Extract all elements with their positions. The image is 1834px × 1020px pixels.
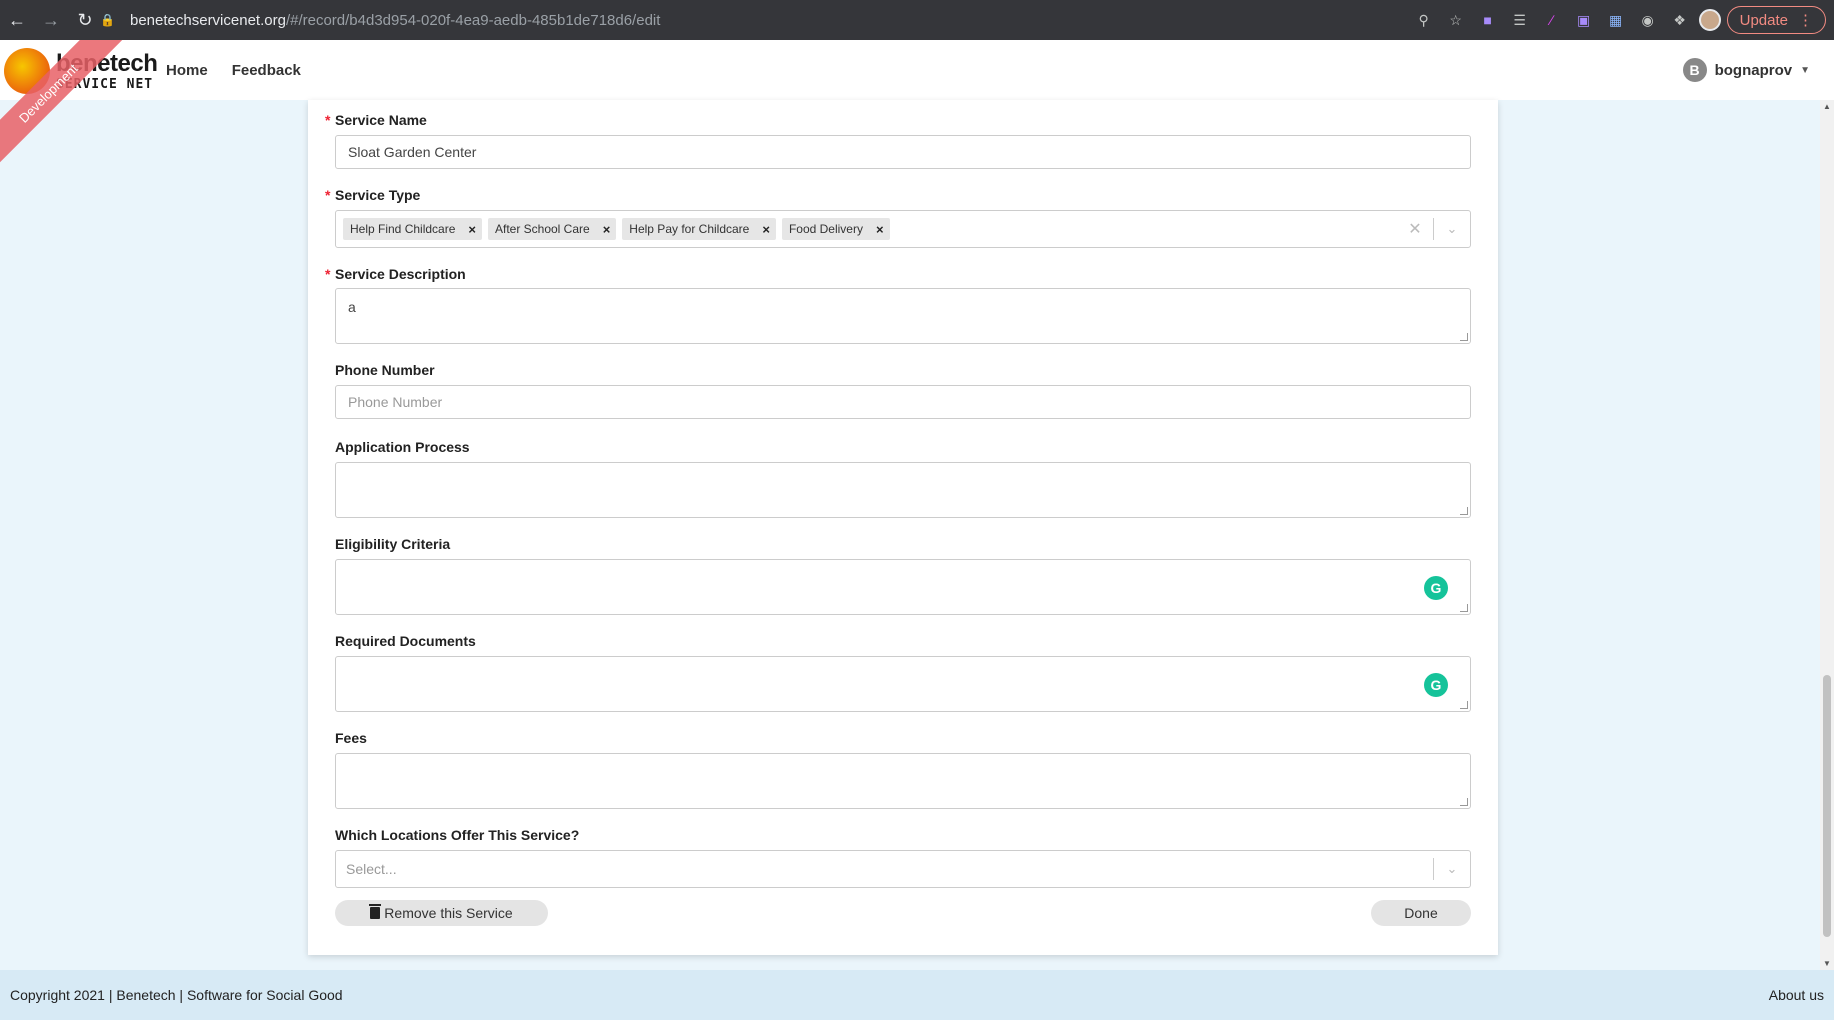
- remove-service-button[interactable]: Remove this Service: [335, 900, 548, 926]
- app-header: benetech SERVICE NET Home Feedback B bog…: [0, 40, 1834, 100]
- logo-mark-icon: [4, 48, 50, 94]
- scroll-thumb[interactable]: [1823, 675, 1831, 937]
- extension-twitch-icon[interactable]: ▣: [1571, 7, 1597, 33]
- chevron-down-icon[interactable]: ⌄: [1434, 861, 1470, 877]
- key-icon[interactable]: ⚲: [1411, 7, 1437, 33]
- extensions-puzzle-icon[interactable]: ❖: [1667, 7, 1693, 33]
- user-menu[interactable]: B bognaprov ▼: [1682, 40, 1810, 100]
- tag-remove-icon[interactable]: ×: [756, 222, 776, 237]
- lock-icon: 🔒: [100, 13, 115, 27]
- application-process-label: Application Process: [335, 439, 470, 455]
- service-name-label: * Service Name: [325, 112, 427, 128]
- update-button[interactable]: Update ⋮: [1726, 6, 1826, 34]
- reload-icon[interactable]: ↻: [68, 0, 102, 40]
- done-button[interactable]: Done: [1371, 900, 1471, 926]
- required-marker: *: [325, 187, 331, 203]
- trash-icon: [369, 904, 382, 919]
- fees-label: Fees: [335, 730, 367, 746]
- phone-number-label: Phone Number: [335, 362, 435, 378]
- tag-remove-icon[interactable]: ×: [462, 222, 482, 237]
- logo-name: benetech: [56, 49, 158, 77]
- service-description-value: a: [348, 299, 356, 315]
- star-icon[interactable]: ☆: [1443, 7, 1469, 33]
- browser-profile-avatar[interactable]: [1698, 9, 1721, 31]
- extension-circle-icon[interactable]: ◉: [1635, 7, 1661, 33]
- grammarly-icon[interactable]: G: [1424, 673, 1448, 697]
- required-marker: *: [325, 266, 331, 282]
- extension-pen-icon[interactable]: ∕: [1539, 7, 1565, 33]
- done-label: Done: [1404, 905, 1438, 921]
- tag-after-school-care: After School Care ×: [487, 218, 617, 240]
- service-name-input[interactable]: Sloat Garden Center: [335, 135, 1471, 169]
- tag-remove-icon[interactable]: ×: [870, 222, 890, 237]
- chevron-down-icon[interactable]: ⌄: [1434, 221, 1470, 237]
- service-name-value: Sloat Garden Center: [348, 144, 477, 160]
- required-documents-textarea[interactable]: G: [335, 656, 1471, 712]
- scroll-down-icon[interactable]: ▼: [1823, 959, 1831, 968]
- nav-home[interactable]: Home: [166, 62, 208, 79]
- browser-toolbar: ← → ↻ 🔒 benetechservicenet.org/#/record/…: [0, 0, 1834, 40]
- locations-placeholder: Select...: [346, 861, 397, 877]
- avatar: B: [1682, 58, 1707, 82]
- resize-handle[interactable]: [1460, 507, 1468, 515]
- page-scrollbar[interactable]: ▲ ▼: [1820, 100, 1834, 970]
- eligibility-criteria-textarea[interactable]: G: [335, 559, 1471, 615]
- locations-label: Which Locations Offer This Service?: [335, 827, 580, 843]
- extension-video-icon[interactable]: ■: [1475, 7, 1501, 33]
- logo-subtitle: SERVICE NET: [56, 76, 154, 92]
- service-form: * Service Name Sloat Garden Center * Servi…: [308, 100, 1498, 955]
- back-icon[interactable]: ←: [0, 0, 34, 40]
- resize-handle[interactable]: [1460, 798, 1468, 806]
- nav-feedback[interactable]: Feedback: [232, 62, 301, 79]
- copyright-text: Copyright 2021 | Benetech | Software for…: [10, 987, 343, 1003]
- service-description-label: * Service Description: [325, 266, 466, 282]
- extension-translate-icon[interactable]: ▦: [1603, 7, 1629, 33]
- page-footer: Copyright 2021 | Benetech | Software for…: [0, 970, 1834, 1020]
- application-process-textarea[interactable]: [335, 462, 1471, 518]
- clear-icon[interactable]: ✕: [1397, 219, 1433, 239]
- scroll-up-icon[interactable]: ▲: [1823, 102, 1831, 111]
- url-path: /#/record/b4d3d954-020f-4ea9-aedb-485b1d…: [285, 11, 661, 29]
- service-type-tags: Help Find Childcare × After School Care × …: [336, 218, 890, 240]
- fees-textarea[interactable]: [335, 753, 1471, 809]
- service-type-select[interactable]: Help Find Childcare × After School Care × …: [335, 210, 1471, 248]
- extension-stack-icon[interactable]: ☰: [1507, 7, 1533, 33]
- menu-dots-icon: ⋮: [1798, 12, 1813, 29]
- resize-handle[interactable]: [1460, 333, 1468, 341]
- locations-select[interactable]: Select... ⌄: [335, 850, 1471, 888]
- service-type-label: * Service Type: [325, 187, 421, 203]
- phone-number-input[interactable]: Phone Number: [335, 385, 1471, 419]
- tag-remove-icon[interactable]: ×: [597, 222, 617, 237]
- grammarly-icon[interactable]: G: [1424, 576, 1448, 600]
- address-bar[interactable]: 🔒 benetechservicenet.org/#/record/b4d3d9…: [100, 4, 1420, 36]
- phone-number-placeholder: Phone Number: [348, 394, 443, 410]
- user-name: bognaprov: [1714, 61, 1793, 79]
- tag-food-delivery: Food Delivery ×: [781, 218, 890, 240]
- remove-service-label: Remove this Service: [384, 905, 513, 921]
- resize-handle[interactable]: [1460, 604, 1468, 612]
- url-host: benetechservicenet.org: [130, 11, 286, 29]
- service-description-textarea[interactable]: a: [335, 288, 1471, 344]
- about-us-link[interactable]: About us: [1769, 987, 1824, 1003]
- caret-down-icon: ▼: [1800, 64, 1810, 76]
- required-marker: *: [325, 112, 331, 128]
- update-label: Update: [1739, 11, 1788, 29]
- tag-help-find-childcare: Help Find Childcare ×: [343, 218, 482, 240]
- forward-icon[interactable]: →: [34, 0, 68, 40]
- eligibility-criteria-label: Eligibility Criteria: [335, 536, 451, 552]
- resize-handle[interactable]: [1460, 701, 1468, 709]
- benetech-logo[interactable]: benetech SERVICE NET: [4, 48, 158, 94]
- tag-help-pay-for-childcare: Help Pay for Childcare ×: [622, 218, 776, 240]
- required-documents-label: Required Documents: [335, 633, 476, 649]
